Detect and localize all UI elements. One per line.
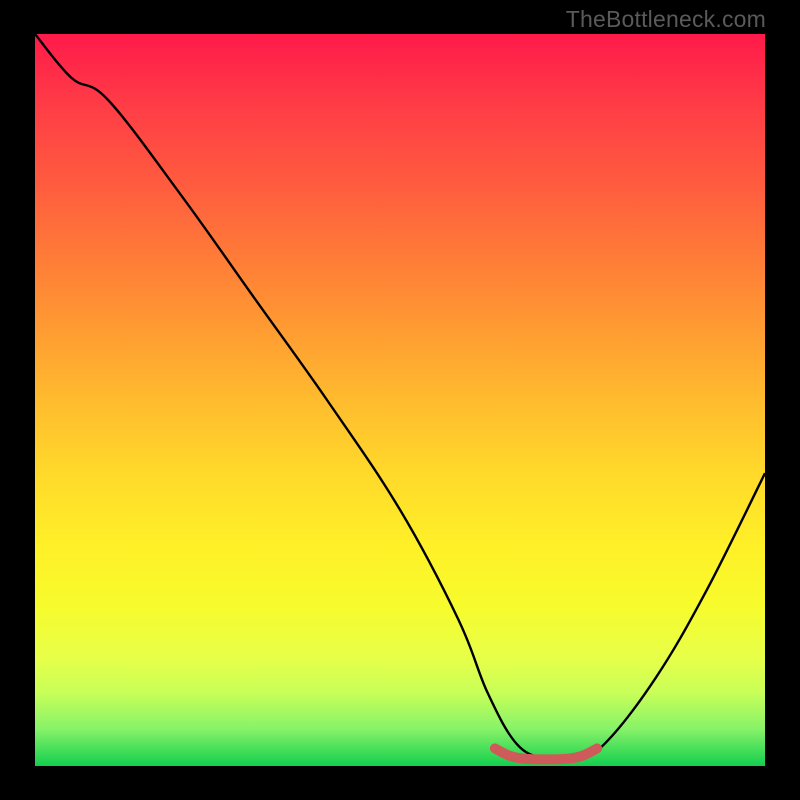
chart-svg (35, 34, 765, 766)
chart-plot-area (35, 34, 765, 766)
bottleneck-curve (35, 34, 765, 761)
flat-highlight (495, 748, 597, 759)
chart-frame: TheBottleneck.com (0, 0, 800, 800)
watermark-text: TheBottleneck.com (566, 6, 766, 33)
